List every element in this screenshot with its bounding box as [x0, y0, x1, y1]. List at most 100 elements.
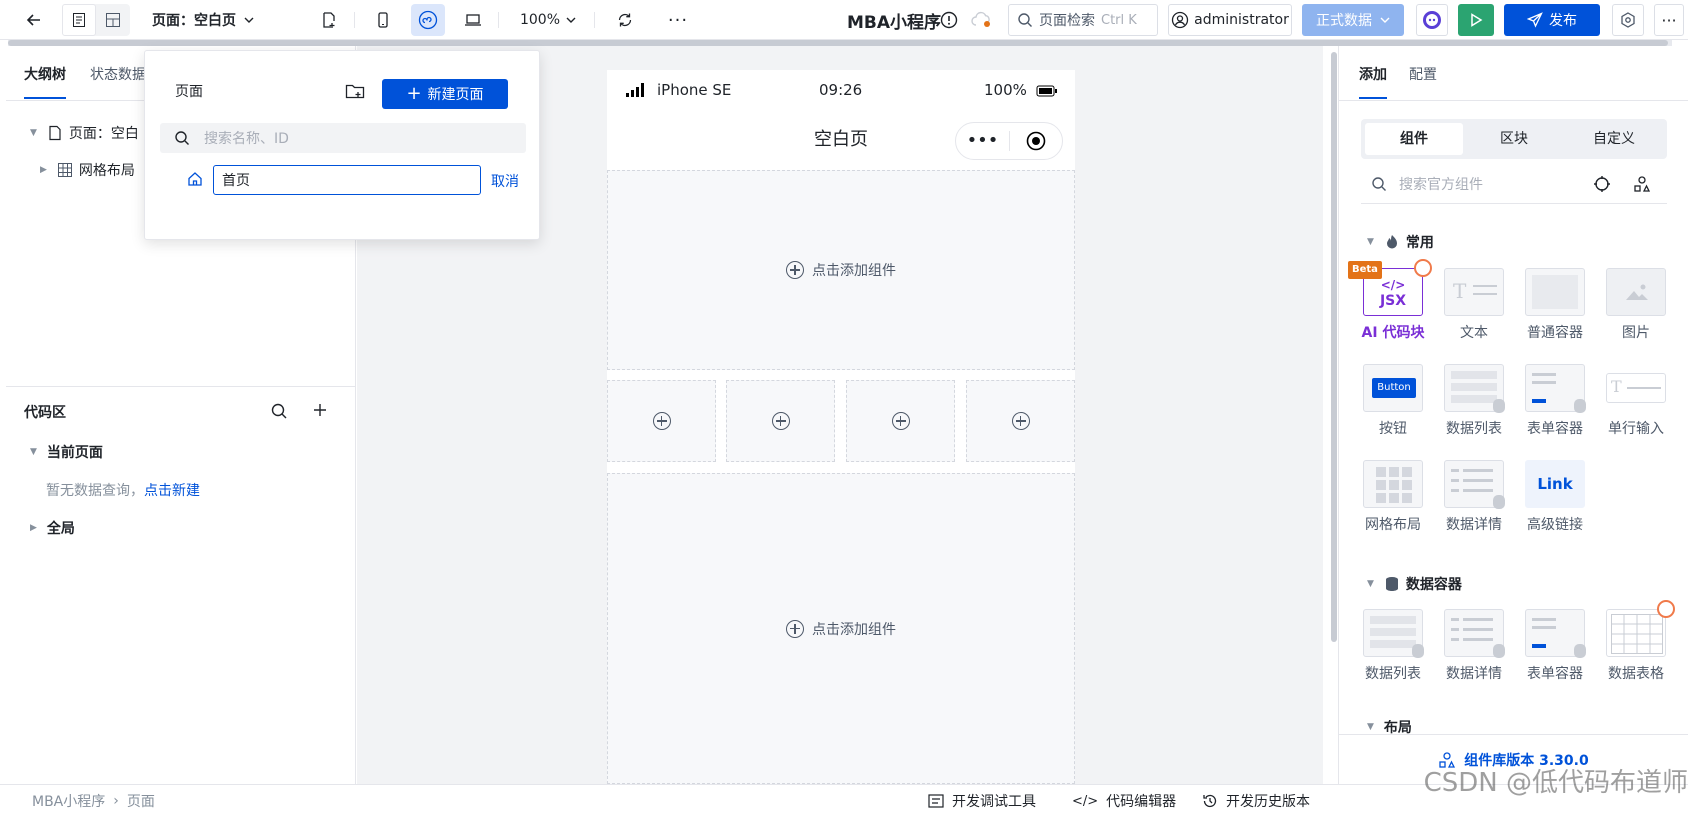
component-label: 网格布局: [1365, 517, 1421, 533]
miniprogram-device-icon[interactable]: [411, 4, 445, 36]
component-button[interactable]: Button 按钮: [1353, 364, 1433, 438]
right-panel: 添加 配置 组件 区块 自定义 搜索官方组件 ▼ 常用 </> JSX Beta…: [1338, 46, 1688, 784]
time-label: 09:26: [819, 81, 863, 99]
back-arrow-icon[interactable]: [20, 4, 48, 36]
refresh-icon[interactable]: [612, 4, 638, 36]
component-search[interactable]: 搜索官方组件: [1361, 164, 1667, 204]
component-label: AI 代码块: [1361, 325, 1425, 341]
desktop-device-icon[interactable]: [460, 4, 486, 36]
more-dots-icon[interactable]: •••: [956, 123, 1009, 159]
close-target-icon[interactable]: [1010, 131, 1062, 151]
dev-tools-button[interactable]: 开发调试工具: [928, 791, 1036, 811]
component-label: 文本: [1460, 325, 1488, 341]
page-selector-label: 页面：空白页: [152, 13, 236, 29]
tree-node-grid[interactable]: ▶ 网格布局: [40, 160, 135, 180]
more-menu-icon[interactable]: ···: [1654, 4, 1684, 36]
component-advanced-link[interactable]: Link 高级链接: [1515, 460, 1595, 534]
preview-play-icon[interactable]: [1458, 4, 1494, 36]
grid-cell[interactable]: [607, 380, 716, 462]
cloud-sync-icon[interactable]: [970, 4, 994, 36]
image-icon: [1626, 284, 1648, 300]
new-folder-icon[interactable]: [345, 82, 365, 100]
database-icon: [1574, 399, 1586, 413]
breadcrumb-app[interactable]: MBA小程序: [32, 791, 105, 811]
tab-state-data[interactable]: 状态数据: [90, 64, 146, 84]
database-icon: [1493, 644, 1505, 658]
group-data-header[interactable]: ▼ 数据容器: [1367, 574, 1462, 594]
search-icon[interactable]: [270, 402, 288, 420]
component-data-detail[interactable]: 数据详情: [1434, 460, 1514, 534]
component-data-list[interactable]: 数据列表: [1434, 364, 1514, 438]
page-name-input[interactable]: [213, 165, 481, 195]
detail-values-icon: [1463, 618, 1493, 621]
grid-icon: [57, 162, 73, 178]
warning-icon[interactable]: [938, 4, 960, 36]
drop-zone-top[interactable]: 点击添加组件: [607, 170, 1075, 370]
more-icon[interactable]: ···: [665, 4, 691, 36]
component-library-icon[interactable]: [1633, 175, 1651, 193]
data-detail-thumb: [1444, 609, 1505, 658]
component-data-list[interactable]: 数据列表: [1353, 609, 1433, 683]
page-view-icon[interactable]: [62, 4, 96, 36]
current-page-group[interactable]: ▼ 当前页面: [30, 442, 103, 462]
drop-zone-bottom[interactable]: 点击添加组件: [607, 473, 1075, 784]
chevron-down-icon: [244, 15, 254, 25]
group-common-header[interactable]: ▼ 常用: [1367, 232, 1434, 252]
tab-outline-tree[interactable]: 大纲树: [24, 64, 66, 99]
grid-cell[interactable]: [846, 380, 955, 462]
component-label: 普通容器: [1527, 325, 1583, 341]
add-icon[interactable]: [312, 402, 328, 418]
create-query-link[interactable]: 点击新建: [144, 483, 200, 499]
mobile-device-icon[interactable]: [370, 4, 396, 36]
segment-blocks[interactable]: 区块: [1465, 123, 1563, 155]
publish-button[interactable]: 发布: [1504, 4, 1600, 36]
component-container[interactable]: 普通容器: [1515, 268, 1595, 342]
component-form-container[interactable]: 表单容器: [1515, 609, 1595, 683]
global-group[interactable]: ▶ 全局: [30, 518, 75, 538]
page-search-box[interactable]: 页面检索 Ctrl K: [1008, 4, 1158, 36]
component-data-detail[interactable]: 数据详情: [1434, 609, 1514, 683]
segment-custom[interactable]: 自定义: [1565, 123, 1663, 155]
breadcrumb: MBA小程序 › 页面: [32, 791, 155, 811]
cancel-link[interactable]: 取消: [491, 171, 519, 191]
component-text[interactable]: T 文本: [1434, 268, 1514, 342]
component-image[interactable]: 图片: [1596, 268, 1676, 342]
zoom-selector[interactable]: 100%: [518, 4, 578, 36]
grid-cell[interactable]: [966, 380, 1075, 462]
page-search-field[interactable]: 搜索名称、ID: [160, 123, 526, 153]
layout-view-icon[interactable]: [96, 4, 130, 36]
tab-config[interactable]: 配置: [1409, 64, 1437, 84]
component-form-container[interactable]: 表单容器: [1515, 364, 1595, 438]
empty-query-label: 暂无数据查询，: [46, 483, 144, 499]
group-layout-header[interactable]: ▼ 布局: [1367, 720, 1412, 734]
vertical-scrollbar[interactable]: [1331, 52, 1337, 642]
grid-cell[interactable]: [726, 380, 835, 462]
locate-icon[interactable]: [1593, 175, 1611, 193]
tab-add[interactable]: 添加: [1359, 64, 1387, 99]
component-data-table[interactable]: 数据表格: [1596, 600, 1676, 683]
code-editor-button[interactable]: </> 代码编辑器: [1072, 791, 1176, 811]
component-grid-layout[interactable]: 网格布局: [1353, 460, 1433, 534]
breadcrumb-page[interactable]: 页面: [127, 791, 155, 811]
component-single-input[interactable]: T 单行输入: [1596, 364, 1676, 438]
signal-icon: [625, 82, 647, 98]
add-circle-icon: [1011, 412, 1030, 430]
env-selector[interactable]: 正式数据: [1302, 4, 1404, 36]
tree-node-page[interactable]: ▼ 页面：空白: [30, 123, 139, 143]
capsule-menu[interactable]: •••: [955, 122, 1063, 160]
new-page-button[interactable]: + 新建页面: [382, 79, 508, 109]
database-icon: [1574, 644, 1586, 658]
user-menu[interactable]: administrator: [1168, 4, 1292, 36]
new-page-label: 新建页面: [427, 87, 484, 103]
page-popover: 页面 + 新建页面 搜索名称、ID 取消: [144, 50, 540, 240]
page-selector[interactable]: 页面：空白页: [152, 4, 272, 36]
component-ai-code-block[interactable]: </> JSX Beta AI 代码块: [1348, 259, 1433, 342]
history-button[interactable]: 开发历史版本: [1202, 791, 1310, 811]
segment-components[interactable]: 组件: [1365, 123, 1463, 155]
ai-assistant-icon[interactable]: [1416, 4, 1448, 36]
add-page-icon[interactable]: [316, 4, 342, 36]
settings-icon[interactable]: [1612, 4, 1644, 36]
text-t-icon: T: [1611, 377, 1622, 396]
data-detail-thumb: [1444, 460, 1505, 509]
database-icon: [1412, 644, 1424, 658]
